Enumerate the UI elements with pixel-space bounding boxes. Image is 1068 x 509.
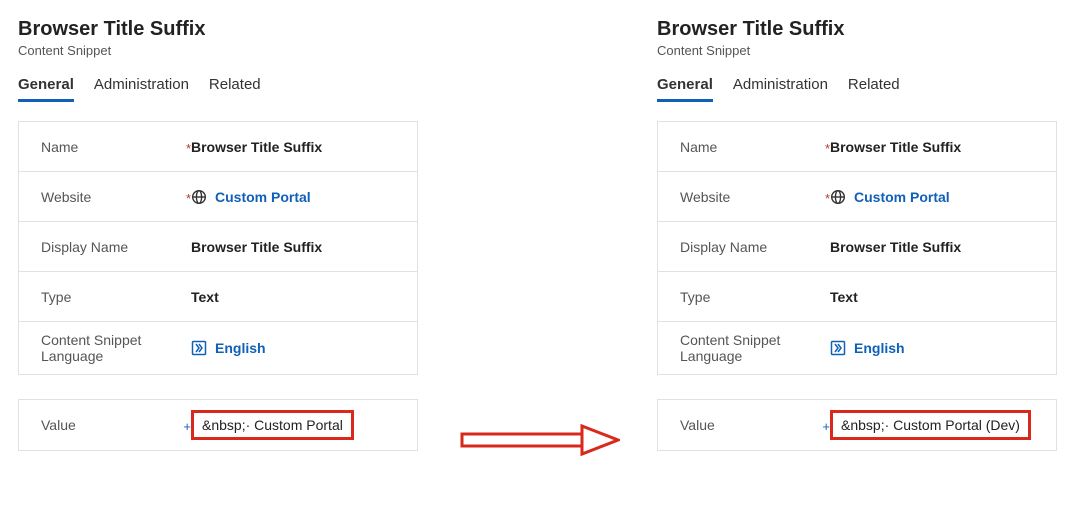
recommended-mark: + [822, 419, 830, 434]
value-highlight: &nbsp;· Custom Portal (Dev) [830, 410, 1031, 440]
field-name[interactable]: Name * Browser Title Suffix [19, 122, 417, 172]
form-card: Name * Browser Title Suffix Website * Cu… [18, 121, 418, 375]
field-label: Display Name [680, 239, 767, 255]
field-label: Display Name [41, 239, 128, 255]
tab-related[interactable]: Related [209, 76, 261, 102]
tab-general[interactable]: General [18, 76, 74, 102]
field-value: Browser Title Suffix [191, 239, 395, 255]
field-label: Website [41, 189, 91, 205]
required-mark: * [186, 191, 191, 206]
page-title: Browser Title Suffix [657, 18, 1057, 41]
required-mark: * [825, 141, 830, 156]
field-name[interactable]: Name * Browser Title Suffix [658, 122, 1056, 172]
required-mark: * [825, 191, 830, 206]
field-value: Browser Title Suffix [191, 139, 395, 155]
field-website[interactable]: Website * Custom Portal [19, 172, 417, 222]
website-link[interactable]: Custom Portal [215, 189, 311, 205]
field-label: Value [41, 417, 76, 433]
field-language[interactable]: Content Snippet Language English [19, 322, 417, 375]
field-value: Text [191, 289, 395, 305]
form-card: Name * Browser Title Suffix Website * Cu… [657, 121, 1057, 375]
field-value-row[interactable]: Value + &nbsp;· Custom Portal [18, 399, 418, 451]
field-label: Content Snippet Language [680, 332, 780, 364]
field-label: Value [680, 417, 715, 433]
field-type[interactable]: Type Text [658, 272, 1056, 322]
tab-related[interactable]: Related [848, 76, 900, 102]
field-label: Type [680, 289, 710, 305]
field-value: Browser Title Suffix [830, 239, 1034, 255]
field-display-name[interactable]: Display Name Browser Title Suffix [19, 222, 417, 272]
field-label: Name [41, 139, 78, 155]
value-highlight: &nbsp;· Custom Portal [191, 410, 354, 440]
tab-general[interactable]: General [657, 76, 713, 102]
required-mark: * [186, 141, 191, 156]
field-value-row[interactable]: Value + &nbsp;· Custom Portal (Dev) [657, 399, 1057, 451]
language-link[interactable]: English [854, 340, 905, 356]
field-value: Browser Title Suffix [830, 139, 1034, 155]
field-label: Type [41, 289, 71, 305]
field-display-name[interactable]: Display Name Browser Title Suffix [658, 222, 1056, 272]
language-link[interactable]: English [215, 340, 266, 356]
entity-subtitle: Content Snippet [18, 43, 418, 58]
tab-bar: General Administration Related [18, 76, 418, 103]
language-icon [830, 340, 846, 356]
entity-subtitle: Content Snippet [657, 43, 1057, 58]
field-label: Content Snippet Language [41, 332, 141, 364]
arrow-icon [460, 422, 620, 458]
field-language[interactable]: Content Snippet Language English [658, 322, 1056, 375]
field-label: Website [680, 189, 730, 205]
website-link[interactable]: Custom Portal [854, 189, 950, 205]
tab-administration[interactable]: Administration [733, 76, 828, 102]
record-panel-after: Browser Title Suffix Content Snippet Gen… [657, 18, 1057, 451]
tab-bar: General Administration Related [657, 76, 1057, 103]
language-icon [191, 340, 207, 356]
field-website[interactable]: Website * Custom Portal [658, 172, 1056, 222]
record-panel-before: Browser Title Suffix Content Snippet Gen… [18, 18, 418, 451]
field-type[interactable]: Type Text [19, 272, 417, 322]
field-label: Name [680, 139, 717, 155]
globe-icon [191, 189, 207, 205]
globe-icon [830, 189, 846, 205]
recommended-mark: + [183, 419, 191, 434]
page-title: Browser Title Suffix [18, 18, 418, 41]
tab-administration[interactable]: Administration [94, 76, 189, 102]
field-value: Text [830, 289, 1034, 305]
